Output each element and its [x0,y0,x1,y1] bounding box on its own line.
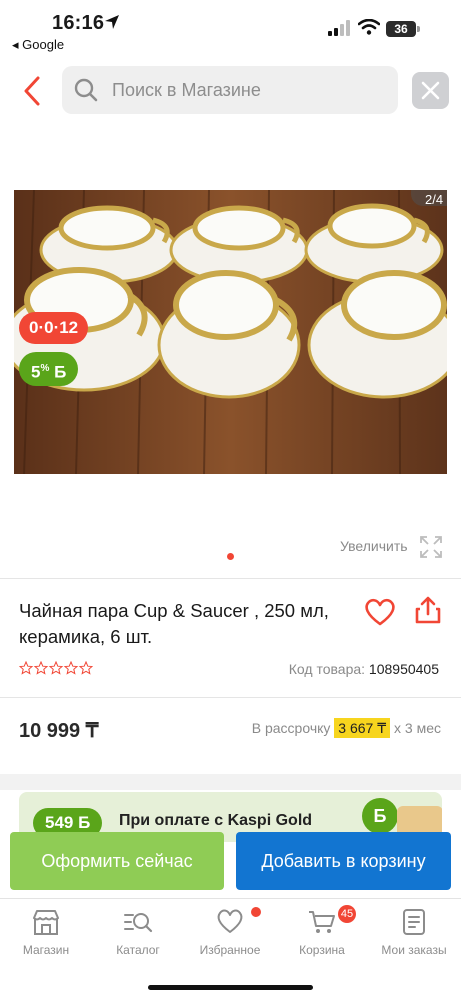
status-bar: 16:16 ◂ Google 36 [0,0,461,58]
tab-cart-label: Корзина [299,943,345,957]
zoom-button[interactable]: Увеличить [340,538,408,554]
image-counter: 2/4 [411,190,447,206]
bonus-percent-sign: % [40,363,50,374]
catalog-search-icon [124,913,153,933]
installment-info: В рассрочку 3 667 ₸ х 3 мес [251,718,441,738]
product-price: 10 999 ₸ [19,720,99,742]
add-to-cart-button[interactable]: Добавить в корзину [236,832,451,890]
orders-icon [403,909,425,935]
heart-icon[interactable] [363,597,397,627]
tab-favorites-label: Избранное [199,943,261,957]
bonus-currency: Б [54,362,67,382]
installment-amount: 3 667 ₸ [334,718,391,738]
promo-text: При оплате с Kaspi Gold [119,812,313,829]
product-title: Чайная пара Cup & Saucer , 250 мл, керам… [19,600,329,647]
heart-icon [217,909,243,933]
buy-now-button[interactable]: Оформить сейчас [10,832,224,890]
divider [0,578,461,579]
bonus-coin-icon: Б [362,798,398,834]
bonus-badge: 5% Б [19,352,79,386]
installment-label: В рассрочку [251,720,331,736]
status-time: 16:16 [52,12,105,34]
tab-orders-label: Мои заказы [381,943,447,957]
installment-term: х 3 мес [394,720,441,736]
back-to-app-link[interactable]: ◂ Google [12,37,64,53]
search-input[interactable] [112,76,382,104]
tab-store-label: Магазин [22,943,70,957]
cellular-signal-icon [328,20,350,36]
rating-stars [19,661,93,675]
tab-favorites[interactable]: Избранное [184,907,276,957]
store-icon [33,910,59,935]
search-bar[interactable] [62,66,398,114]
product-code-value: 108950405 [368,661,439,677]
battery-level: 36 [386,21,416,37]
back-arrow-icon[interactable] [18,74,48,108]
cart-count-badge: 45 [338,905,356,923]
installment-badge: 0·0·12 [19,312,89,344]
battery-indicator: 36 [386,21,420,37]
search-icon [74,78,98,102]
favorites-notification-dot [251,907,261,917]
location-arrow-icon [105,15,119,29]
divider [0,697,461,698]
tab-bar: Магазин Каталог Избранное Корзина Мои за… [0,898,461,999]
gallery-page-indicator [227,553,234,560]
tab-catalog-label: Каталог [116,943,160,957]
tab-orders[interactable]: Мои заказы [368,907,460,957]
section-separator [0,774,461,790]
home-indicator [148,985,313,990]
product-image[interactable]: 2/4 0·0·12 5% Б [14,190,447,474]
wifi-icon [358,19,380,35]
tab-catalog[interactable]: Каталог [92,907,184,957]
product-code: Код товара: 108950405 [289,661,439,677]
close-icon[interactable] [412,72,449,109]
share-icon[interactable] [414,595,442,625]
expand-icon[interactable] [419,535,443,559]
cart-icon [309,911,335,933]
product-code-label: Код товара: [288,661,366,677]
tab-store[interactable]: Магазин [0,907,92,957]
